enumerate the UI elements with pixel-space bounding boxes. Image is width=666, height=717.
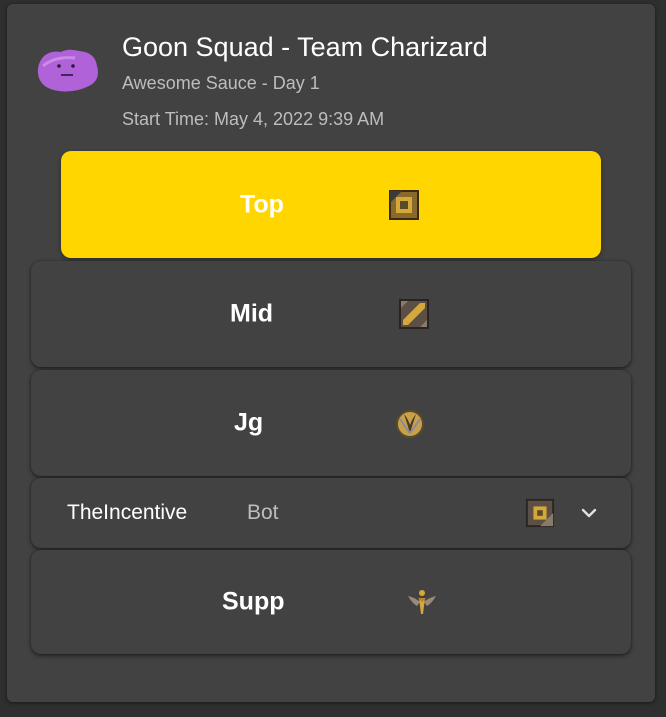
role-bot[interactable]: TheIncentive Bot — [31, 478, 631, 548]
top-lane-icon — [389, 189, 419, 220]
avatar-icon — [37, 49, 98, 92]
player-role-bot: Bot — [247, 501, 279, 524]
team-title: Goon Squad - Team Charizard — [122, 32, 488, 62]
jungle-icon — [396, 410, 424, 438]
chevron-down-icon[interactable] — [579, 503, 599, 523]
role-jungle[interactable]: Jg — [31, 370, 631, 476]
role-label-jungle: Jg — [234, 408, 264, 437]
event-subtitle: Awesome Sauce - Day 1 — [122, 73, 320, 93]
role-support[interactable]: Supp — [31, 550, 631, 654]
support-icon — [408, 590, 436, 614]
mid-lane-icon — [399, 299, 429, 329]
bot-lane-icon — [525, 498, 555, 528]
role-mid[interactable]: Mid — [31, 261, 631, 367]
team-card: Goon Squad - Team Charizard Awesome Sauc… — [7, 4, 655, 702]
start-time: Start Time: May 4, 2022 9:39 AM — [122, 109, 385, 129]
role-label-top: Top — [240, 190, 284, 218]
role-top[interactable]: Top — [61, 151, 601, 258]
role-label-mid: Mid — [230, 299, 274, 328]
role-label-support: Supp — [222, 587, 285, 616]
player-name: TheIncentive — [67, 501, 188, 524]
